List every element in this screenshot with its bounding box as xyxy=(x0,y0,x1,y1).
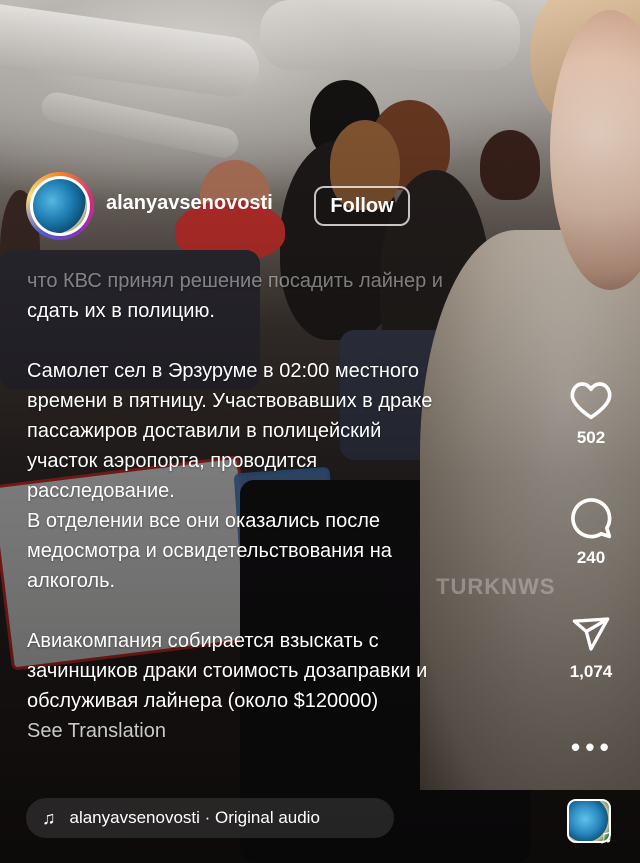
account-avatar[interactable] xyxy=(26,172,94,240)
like-button[interactable]: 502 xyxy=(556,380,626,448)
music-note-icon: ♫ xyxy=(598,826,613,848)
audio-label: alanyavsenovosti · Original audio xyxy=(69,808,320,827)
audio-pill[interactable]: ♫ alanyavsenovosti · Original audio xyxy=(26,798,394,838)
music-note-icon: ♫ xyxy=(42,807,56,828)
comment-bubble-icon xyxy=(571,498,612,539)
account-username[interactable]: alanyavsenovosti xyxy=(106,192,273,215)
comment-button[interactable]: 240 xyxy=(556,496,626,568)
paper-plane-icon xyxy=(572,617,610,651)
caption-paragraph: Самолет сел в Эрзуруме в 02:00 местного … xyxy=(27,360,433,592)
share-button[interactable]: 1,074 xyxy=(556,614,626,682)
caption-paragraph: Авиакомпания собирается взыскать с зачин… xyxy=(27,630,428,712)
heart-icon xyxy=(570,382,612,420)
caption-line: сдать их в полицию. xyxy=(27,300,215,322)
post-caption[interactable]: что КВС принял решение посадить лайнер и… xyxy=(27,266,537,746)
caption-faded-line: что КВС принял решение посадить лайнер и xyxy=(27,270,443,292)
follow-button[interactable]: Follow xyxy=(314,186,410,226)
see-translation-link[interactable]: See Translation xyxy=(27,716,537,746)
more-horizontal-icon[interactable]: • • • xyxy=(571,734,609,760)
shares-count: 1,074 xyxy=(569,662,613,681)
likes-count: 502 xyxy=(576,428,606,447)
comments-count: 240 xyxy=(576,548,606,567)
